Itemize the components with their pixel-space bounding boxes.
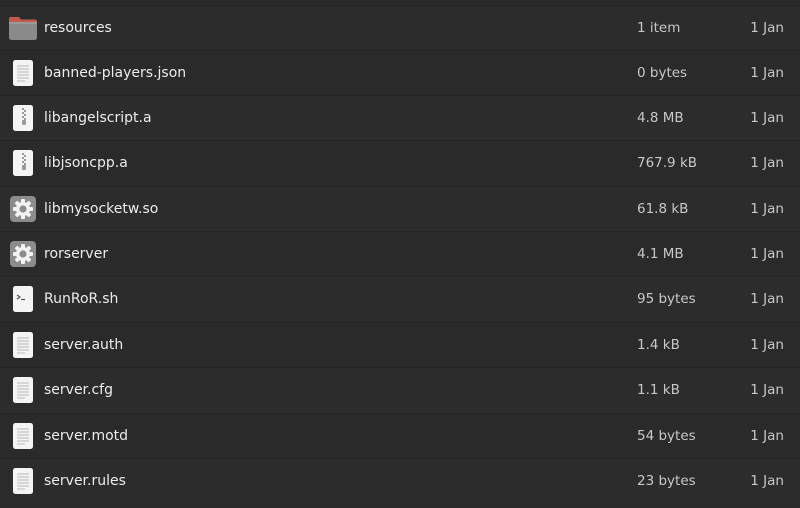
file-date: 1 Jan <box>750 337 784 353</box>
file-row[interactable]: rorserver 4.1 MB 1 Jan <box>0 231 800 276</box>
text-file-icon <box>8 58 38 88</box>
text-file-icon <box>8 330 38 360</box>
archive-file-icon <box>8 148 38 178</box>
file-row[interactable]: RunRoR.sh 95 bytes 1 Jan <box>0 276 800 321</box>
file-row[interactable]: server.motd 54 bytes 1 Jan <box>0 413 800 458</box>
file-size: 1.1 kB <box>637 382 680 398</box>
file-row[interactable]: banned-players.json 0 bytes 1 Jan <box>0 50 800 95</box>
file-name: RunRoR.sh <box>44 291 119 307</box>
file-name: rorserver <box>44 246 109 262</box>
file-row[interactable]: resources 1 item 1 Jan <box>0 5 800 50</box>
file-date: 1 Jan <box>750 382 784 398</box>
file-size: 0 bytes <box>637 65 688 81</box>
file-date: 1 Jan <box>750 246 784 262</box>
file-name: server.auth <box>44 337 124 353</box>
file-size: 61.8 kB <box>637 201 689 217</box>
file-list: resources 1 item 1 Jan banned-players.js… <box>0 0 800 508</box>
file-size: 23 bytes <box>637 473 696 489</box>
gear-icon <box>8 239 38 269</box>
file-date: 1 Jan <box>750 155 784 171</box>
file-size: 767.9 kB <box>637 155 698 171</box>
file-date: 1 Jan <box>750 291 784 307</box>
file-name: server.cfg <box>44 382 113 398</box>
file-date: 1 Jan <box>750 201 784 217</box>
file-name: resources <box>44 20 112 36</box>
file-date: 1 Jan <box>750 110 784 126</box>
file-size: 4.8 MB <box>637 110 684 126</box>
file-row[interactable]: server.auth 1.4 kB 1 Jan <box>0 322 800 367</box>
file-name: libangelscript.a <box>44 110 152 126</box>
file-row[interactable]: libjsoncpp.a 767.9 kB 1 Jan <box>0 140 800 185</box>
file-date: 1 Jan <box>750 65 784 81</box>
file-size: 1 item <box>637 20 681 36</box>
file-name: server.motd <box>44 428 129 444</box>
text-file-icon <box>8 466 38 496</box>
file-name: libmysocketw.so <box>44 201 159 217</box>
file-name: server.rules <box>44 473 126 489</box>
text-file-icon <box>8 375 38 405</box>
folder-icon <box>8 13 38 43</box>
file-size: 1.4 kB <box>637 337 680 353</box>
text-file-icon <box>8 421 38 451</box>
file-date: 1 Jan <box>750 473 784 489</box>
file-name: banned-players.json <box>44 65 187 81</box>
file-row[interactable]: server.rules 23 bytes 1 Jan <box>0 458 800 503</box>
archive-file-icon <box>8 103 38 133</box>
file-row[interactable]: libmysocketw.so 61.8 kB 1 Jan <box>0 186 800 231</box>
file-row[interactable]: libangelscript.a 4.8 MB 1 Jan <box>0 95 800 140</box>
gear-icon <box>8 194 38 224</box>
file-name: libjsoncpp.a <box>44 155 128 171</box>
file-date: 1 Jan <box>750 428 784 444</box>
file-size: 4.1 MB <box>637 246 684 262</box>
script-file-icon <box>8 284 38 314</box>
file-size: 95 bytes <box>637 291 696 307</box>
file-date: 1 Jan <box>750 20 784 36</box>
file-size: 54 bytes <box>637 428 696 444</box>
file-row[interactable]: server.cfg 1.1 kB 1 Jan <box>0 367 800 412</box>
